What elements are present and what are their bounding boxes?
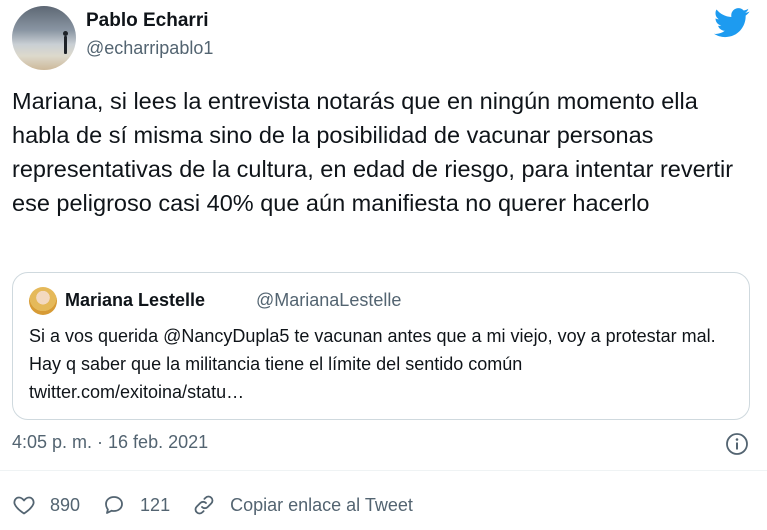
divider (0, 470, 767, 471)
like-count: 890 (50, 494, 81, 515)
quoted-tweet[interactable]: Mariana Lestelle @MarianaLestelle Si a v… (12, 272, 750, 420)
quoted-tweet-text: Si a vos querida @NancyDupla5 te vacunan… (29, 326, 716, 402)
twitter-bird-icon (714, 8, 750, 38)
reply-icon (105, 496, 123, 514)
reply-count: 121 (140, 494, 171, 515)
heart-icon (13, 496, 35, 515)
author-avatar[interactable] (12, 6, 76, 70)
reply-button[interactable]: 121 (102, 493, 170, 517)
avatar-figure-body (64, 36, 67, 54)
link-icon (194, 495, 214, 515)
quoted-author-avatar (29, 287, 57, 315)
quoted-author-handle: @MarianaLestelle (256, 290, 402, 310)
quoted-author-name: Mariana Lestelle (65, 290, 206, 310)
action-bar: 890 121 Copiar enlace al Tweet (12, 490, 435, 520)
copy-link-label: Copiar enlace al Tweet (230, 494, 413, 515)
copy-link-button[interactable]: Copiar enlace al Tweet (192, 493, 413, 517)
author-handle[interactable]: @echarripablo1 (86, 38, 213, 59)
info-icon[interactable] (725, 432, 749, 456)
tweet-timestamp[interactable]: 4:05 p. m. · 16 feb. 2021 (12, 432, 208, 453)
tweet-text: Mariana, si lees la entrevista notarás q… (12, 88, 734, 216)
author-name[interactable]: Pablo Echarri (86, 10, 209, 32)
like-button[interactable]: 890 (12, 493, 80, 517)
